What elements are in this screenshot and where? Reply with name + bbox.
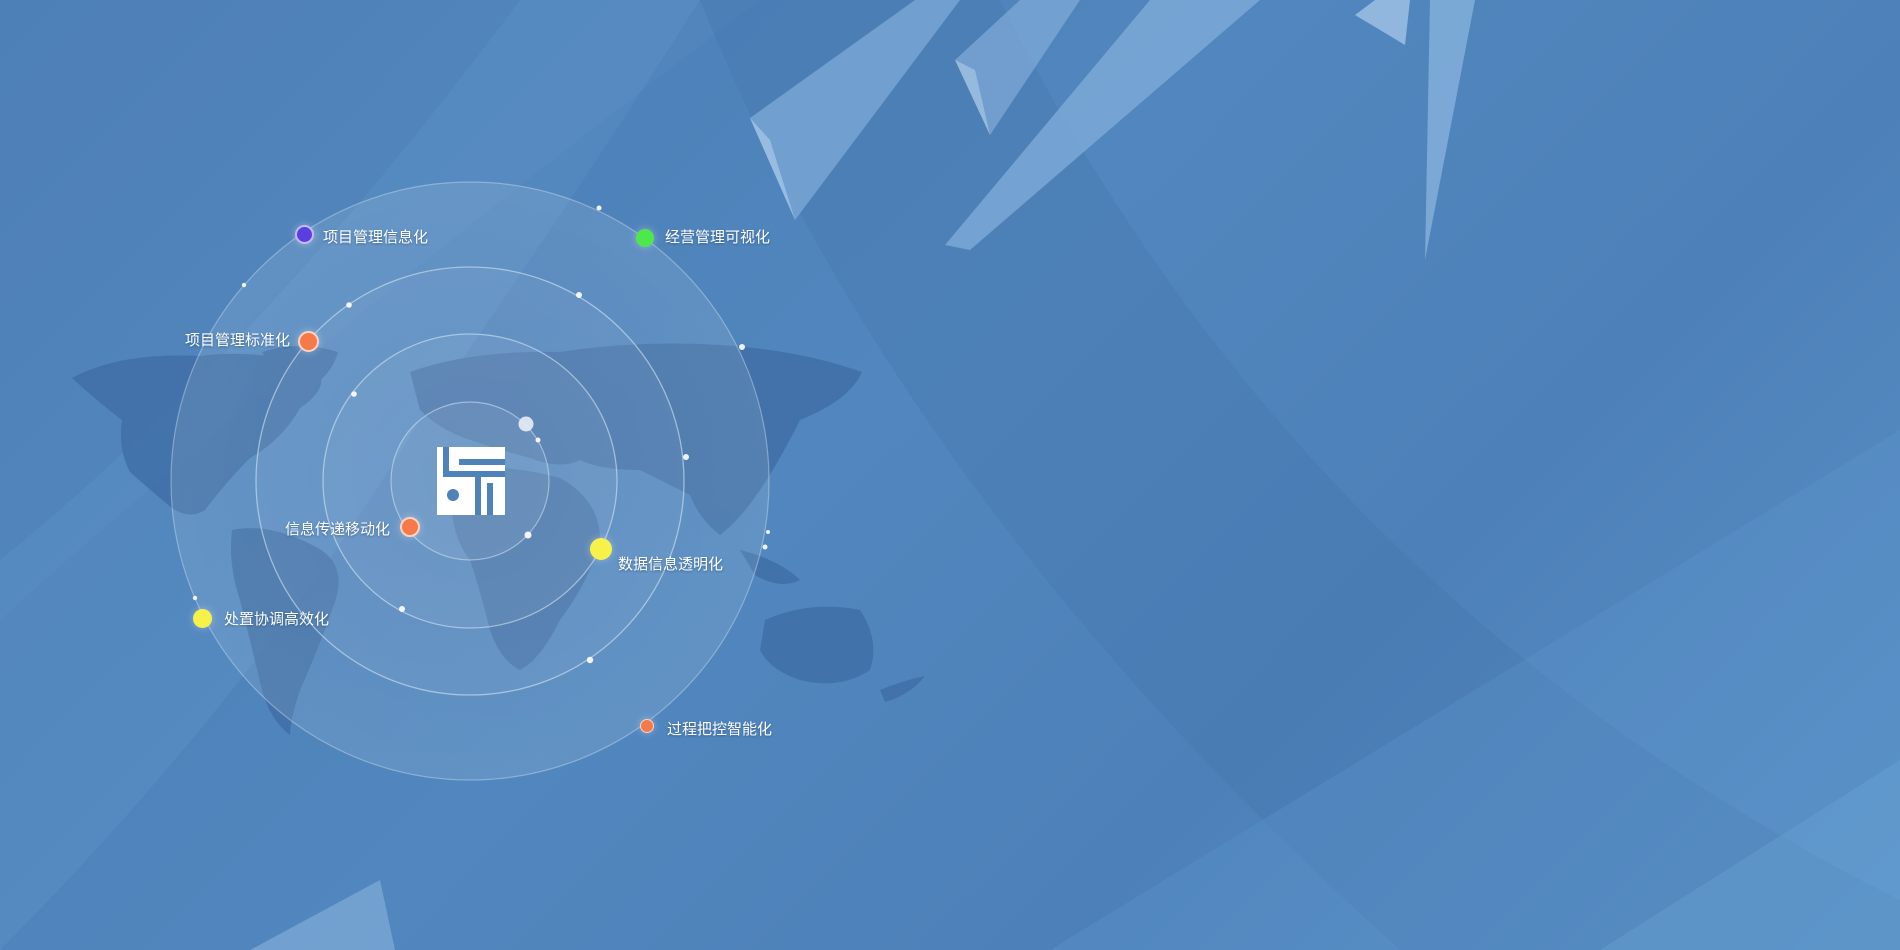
orbit-dot [399,606,405,612]
orbit-dot [241,282,247,288]
node-dot-info [295,225,314,244]
node-label-transparent: 数据信息透明化 [618,556,724,573]
node-label-standard: 项目管理标准化 [185,332,291,349]
orbit-dot [762,544,768,550]
node-dot-mobile [400,517,420,537]
node-dot-intelligent [640,719,654,733]
orbit-dot [766,530,770,534]
node-label-efficient: 处置协调高效化 [224,611,330,628]
orbit-dot [524,531,532,539]
orbit-dot [596,205,602,211]
orbit-dot [535,437,541,443]
orbit-dot [192,595,198,601]
orbit-diagram [170,181,770,781]
node-label-visual: 经营管理可视化 [665,229,771,246]
node-dot-transparent [590,538,612,560]
orbit-dot [518,416,534,432]
slide-background: 项目管理信息化 经营管理可视化 项目管理标准化 信息传递移动化 数据信息透明化 … [0,0,1900,950]
node-label-intelligent: 过程把控智能化 [667,721,773,738]
orbit-dot [683,454,689,460]
node-dot-visual [636,229,654,247]
orbit-dot [576,292,582,298]
company-logo-icon [437,447,505,515]
node-dot-standard [298,331,319,352]
node-label-mobile: 信息传递移动化 [285,521,391,538]
orbit-dot [351,391,357,397]
orbit-dot [739,344,745,350]
node-label-info: 项目管理信息化 [323,229,429,246]
orbit-dot [586,656,594,664]
node-dot-efficient [193,609,212,628]
orbit-dot [346,302,352,308]
